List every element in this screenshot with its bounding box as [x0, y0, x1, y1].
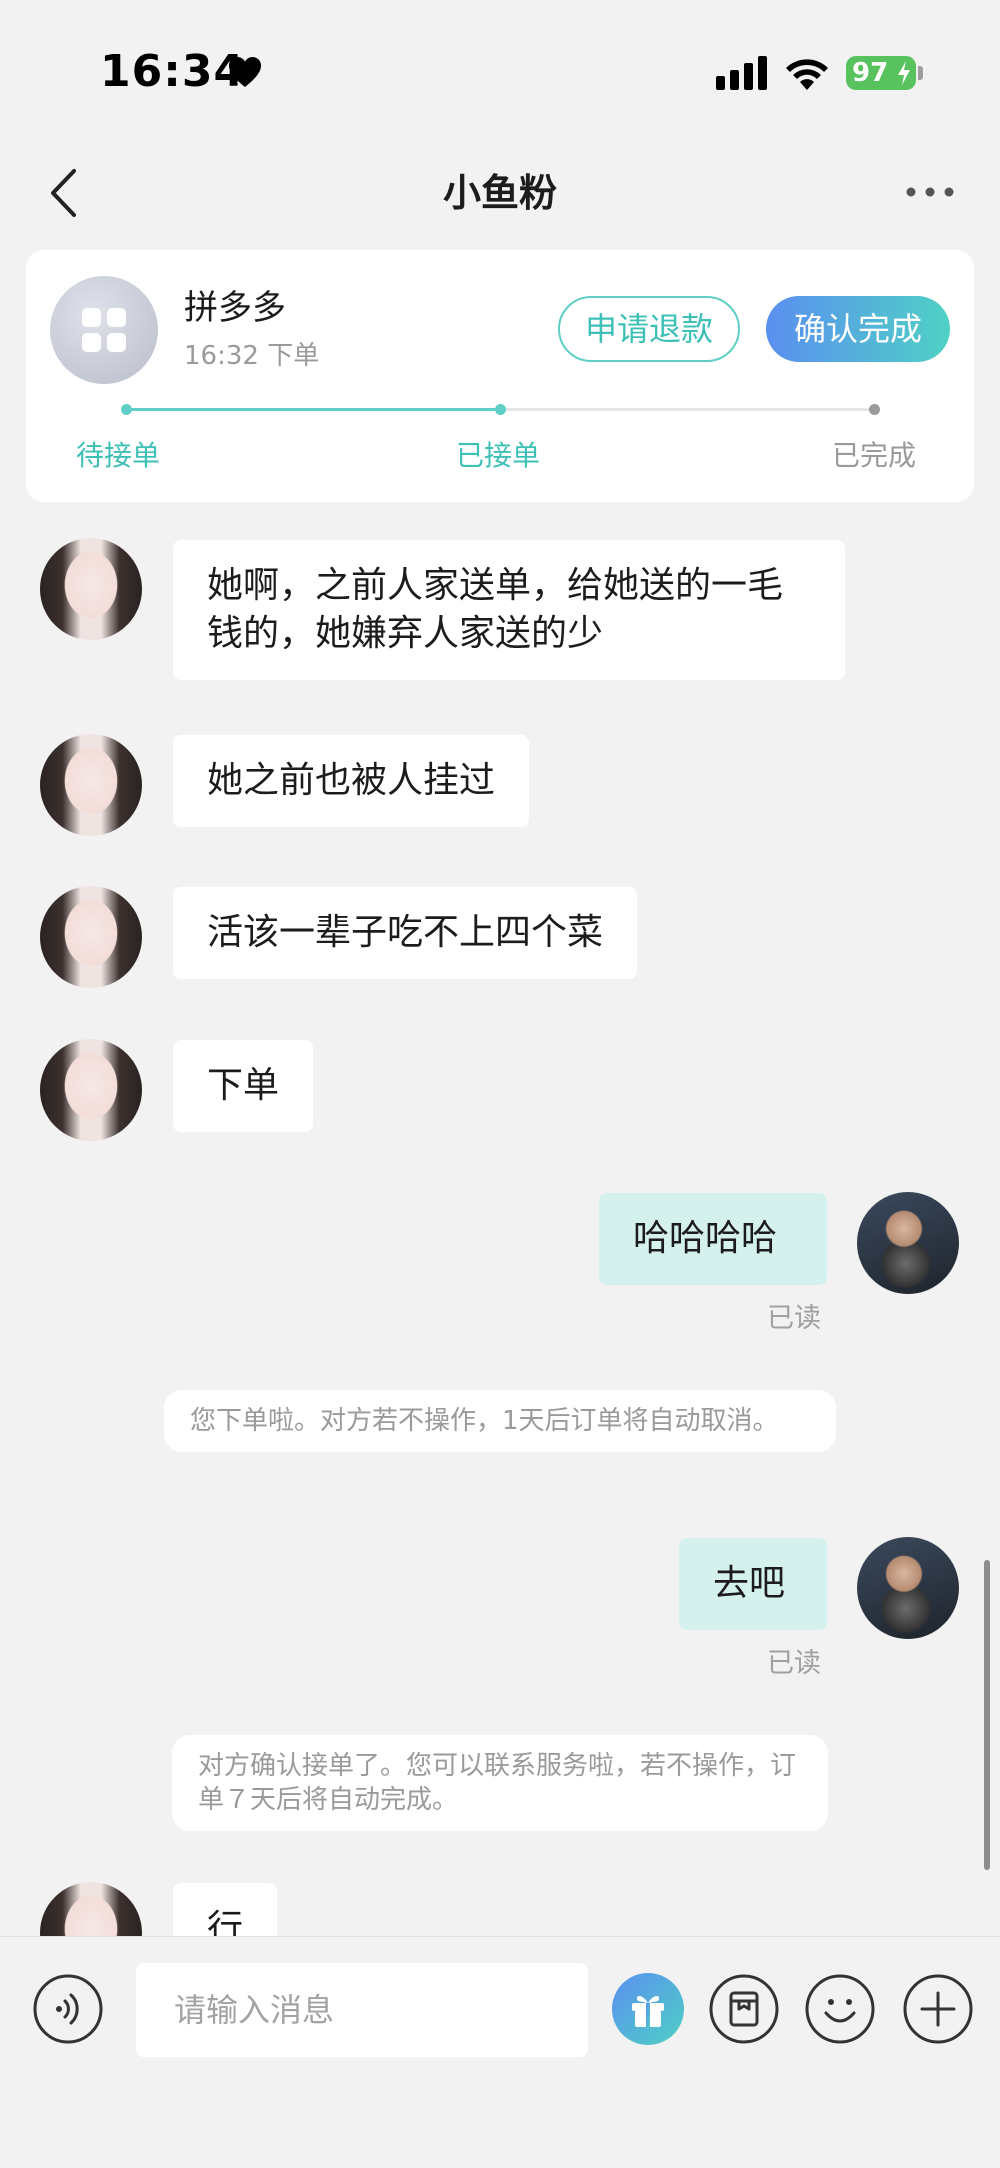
step-label-pending: 待接单 [76, 439, 161, 472]
incoming-message: 下单 [173, 1040, 314, 1132]
gift-icon[interactable] [612, 1973, 684, 2045]
plus-icon[interactable] [902, 1973, 974, 2045]
status-bar: 16:34 97 [0, 0, 1000, 140]
shop-avatar [50, 276, 158, 384]
order-card: 拼多多 16:32 下单 申请退款 确认完成 待接单 已接单 已完成 [26, 250, 974, 502]
confirm-complete-button[interactable]: 确认完成 [766, 296, 950, 362]
incoming-message: 活该一辈子吃不上四个菜 [173, 887, 638, 979]
contact-avatar[interactable] [40, 886, 142, 988]
battery-tip [918, 66, 923, 80]
status-time: 16:34 [100, 46, 246, 97]
battery-indicator: 97 [846, 56, 916, 90]
scrollbar[interactable] [984, 1560, 990, 1870]
incoming-message: 她啊，之前人家送单，给她送的一毛钱的，她嫌弃人家送的少 [173, 540, 845, 680]
heart-icon [229, 57, 261, 87]
my-avatar[interactable] [857, 1192, 959, 1294]
page-title: 小鱼粉 [442, 171, 557, 215]
order-box-icon[interactable] [708, 1973, 780, 2045]
wifi-icon [786, 59, 828, 90]
order-progress-fill [126, 408, 500, 411]
contact-avatar[interactable] [40, 734, 142, 836]
order-time: 16:32 下单 [184, 341, 320, 371]
voice-icon[interactable] [32, 1973, 104, 2045]
step-label-accepted: 已接单 [456, 439, 541, 472]
progress-dot-completed [869, 404, 880, 415]
progress-dot-accepted [495, 404, 506, 415]
message-input[interactable] [136, 1963, 588, 2057]
outgoing-message: 去吧 [679, 1538, 827, 1630]
input-bar [0, 1936, 1000, 2168]
contact-avatar[interactable] [40, 1039, 142, 1141]
chevron-left-icon[interactable] [44, 166, 84, 220]
battery-level: 97 [852, 58, 889, 88]
progress-dot-pending [121, 404, 132, 415]
incoming-message: 她之前也被人挂过 [173, 735, 530, 827]
read-receipt: 已读 [767, 1648, 821, 1679]
cellular-signal-icon [716, 56, 767, 90]
refund-request-button[interactable]: 申请退款 [558, 296, 740, 362]
system-notice: 您下单啦。对方若不操作，1天后订单将自动取消。 [164, 1390, 836, 1452]
system-notice: 对方确认接单了。您可以联系服务啦，若不操作，订单７天后将自动完成。 [172, 1735, 828, 1831]
more-dots-icon[interactable] [905, 180, 955, 204]
step-label-completed: 已完成 [832, 439, 917, 472]
charging-bolt-icon [898, 61, 910, 85]
my-avatar[interactable] [857, 1537, 959, 1639]
app-grid-icon [82, 308, 126, 352]
read-receipt: 已读 [767, 1303, 821, 1334]
emoji-icon[interactable] [804, 1973, 876, 2045]
shop-name: 拼多多 [184, 288, 286, 328]
contact-avatar[interactable] [40, 538, 142, 640]
outgoing-message: 哈哈哈哈 [599, 1193, 827, 1285]
